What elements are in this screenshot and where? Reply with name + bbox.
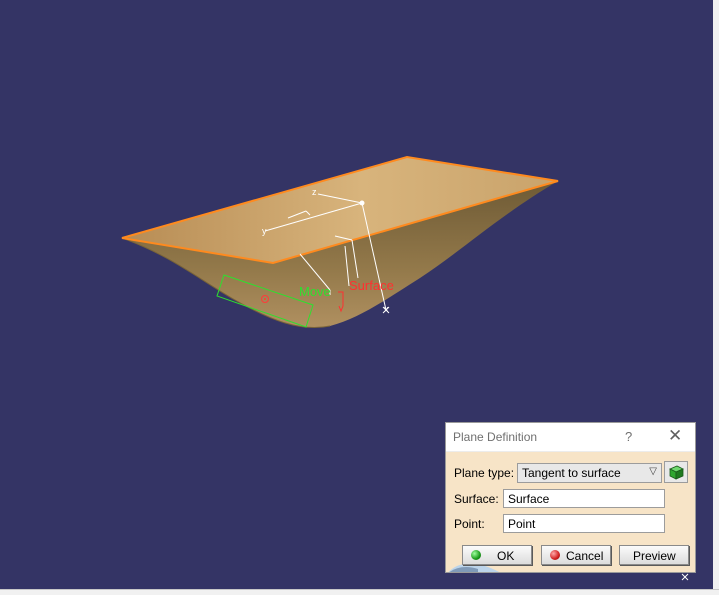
dialog-titlebar[interactable]: Plane Definition ? ✕ (446, 423, 695, 452)
right-gutter (713, 0, 719, 589)
axis-z-label: z (312, 187, 317, 197)
gizmo-origin[interactable] (359, 200, 365, 206)
cancel-button[interactable]: Cancel (541, 545, 611, 565)
preview-button[interactable]: Preview (619, 545, 689, 565)
ok-status-icon (471, 550, 481, 560)
plane-definition-dialog: Plane Definition ? ✕ Plane type: Tangent… (445, 422, 696, 573)
plane-type-value: Tangent to surface (522, 466, 621, 480)
ok-button[interactable]: OK (462, 545, 532, 565)
move-label: Move (299, 284, 331, 299)
plane-options-button[interactable] (664, 461, 688, 483)
cancel-button-label: Cancel (566, 549, 604, 563)
ok-button-label: OK (497, 549, 515, 563)
plane-type-select[interactable]: Tangent to surface ▽ (517, 463, 662, 483)
plane-type-label: Plane type: (454, 466, 515, 480)
bottom-strip (0, 589, 719, 595)
preview-button-label: Preview (633, 549, 676, 563)
surface-field-value: Surface (508, 492, 550, 506)
surface-field[interactable]: Surface (503, 489, 665, 508)
green-cube-icon (669, 465, 684, 480)
help-icon[interactable]: ? (625, 429, 632, 444)
corner-cross-icon (681, 573, 689, 581)
dialog-title: Plane Definition (453, 430, 538, 444)
point-field-value: Point (508, 517, 536, 531)
surface-field-label: Surface: (454, 492, 499, 506)
point-field-label: Point: (454, 517, 485, 531)
surface-label: Surface (349, 278, 394, 293)
axis-x-label: x (384, 304, 389, 314)
cancel-status-icon (550, 550, 560, 560)
close-icon[interactable]: ✕ (668, 426, 682, 446)
chevron-down-icon: ▽ (649, 466, 657, 477)
axis-y-label: y (262, 226, 267, 236)
point-field[interactable]: Point (503, 514, 665, 533)
